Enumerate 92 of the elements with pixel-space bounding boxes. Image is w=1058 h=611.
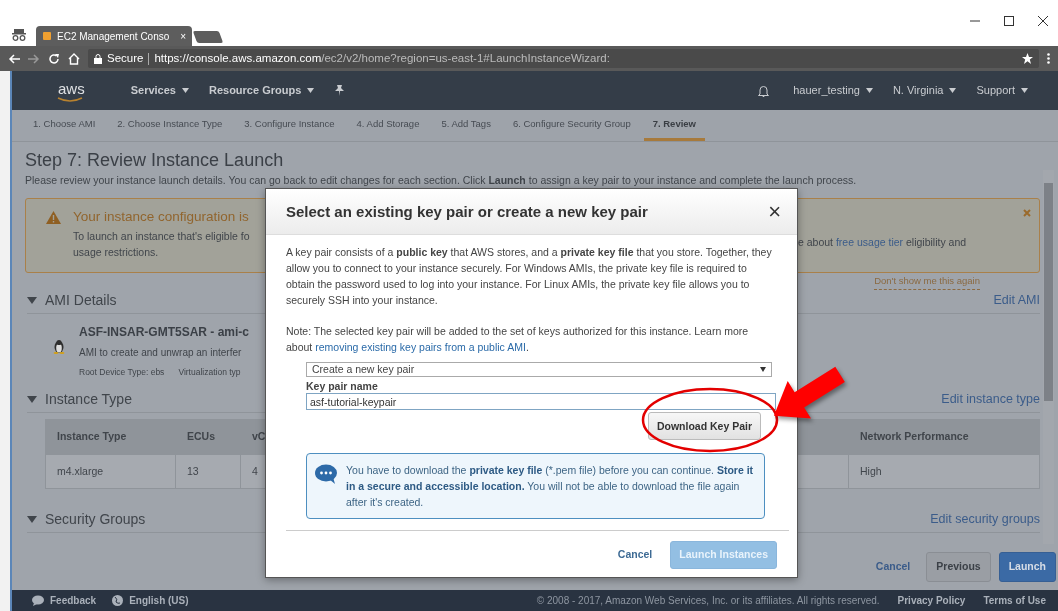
footer-link[interactable]: Privacy Policy (897, 593, 966, 608)
language-selector[interactable]: English (US) (129, 593, 189, 608)
info-text: You have to download the private key file (*.pem file) before you can continue. Store it in a secure and accessible location. You will not be able to download the file again after it's created. (346, 463, 755, 510)
warning-text: usage restrictions. (73, 244, 160, 260)
field-label: Key pair name (306, 379, 379, 393)
virtualization-type: Virtualization typ (178, 366, 241, 380)
nav-menu[interactable]: N. Virginia (892, 82, 957, 99)
pointer-arrow (773, 366, 845, 419)
bell-icon[interactable] (758, 84, 770, 97)
url-text: https://console.aws.amazon.com/ec2/v2/home?region=us-east-1#LaunchInstanceWizard: (154, 50, 610, 66)
table-cell-text: High (859, 463, 883, 479)
dialog-note: Note: The selected key pair will be added to the set of keys authorized for this instance. Learn more about removing existing key pairs from a public AMI. (286, 324, 750, 355)
caret-icon (307, 88, 315, 93)
speech-bubble-icon[interactable] (32, 595, 44, 606)
chat-bubble-icon (315, 464, 337, 484)
tab-title: EC2 Management Conso (57, 29, 171, 44)
scrollbar-thumb[interactable] (1044, 183, 1053, 401)
new-tab-button[interactable] (192, 31, 224, 43)
warning-heading: Your instance configuration is (73, 208, 250, 227)
pin-icon[interactable] (334, 85, 346, 96)
nav-menu[interactable]: Services (130, 82, 189, 99)
caret-icon (949, 88, 957, 93)
caret-icon (181, 88, 189, 93)
dialog-paragraph: A key pair consists of a public key that AWS stores, and a private key file that you store. Together, they allow you to connect to your instance securely. For Windows AMIs, the private key file is required to obtain the password used to log into your instance. For Linux AMIs, the private key file allows you to securely SSH into your instance. (286, 245, 773, 308)
ami-description: AMI to create and unwrap an interfer (79, 346, 243, 361)
nav-menu[interactable]: hauer_testing (793, 82, 873, 99)
warning-text: e about free usage tier eligibility and (798, 235, 967, 251)
section-heading: AMI Details (45, 291, 117, 311)
launch-button[interactable]: Launch (998, 552, 1056, 582)
globe-icon[interactable] (112, 595, 124, 606)
column-header: Network Performance (859, 429, 970, 445)
penguin-icon (53, 339, 65, 355)
wizard-step-tab[interactable]: 5. Add Tags (432, 116, 500, 141)
copyright-text: © 2008 - 2017, Amazon Web Services, Inc. or its affiliates. All rights reserved. (536, 594, 880, 608)
table-cell: m4.xlarge (46, 455, 176, 489)
nav-menu[interactable]: Support (976, 82, 1028, 99)
lock-icon (94, 53, 102, 64)
wizard-step-tab[interactable]: 2. Choose Instance Type (108, 116, 232, 141)
forward-arrow-icon[interactable] (28, 53, 40, 64)
cube-icon (42, 31, 52, 41)
menu-icon[interactable] (1047, 53, 1050, 64)
key-pair-name-field[interactable]: asf-tutorial-keypair (306, 393, 776, 410)
address-bar[interactable]: Secure https://console.aws.amazon.com/ec2/v2/home?region=us-east-1#LaunchInstanceWizard: (88, 49, 1039, 68)
dropdown-caret-icon (760, 367, 766, 372)
nav-menu-label: Resource Groups (208, 83, 302, 99)
footer-link[interactable]: Terms of Use (983, 593, 1046, 608)
maximize-icon[interactable] (1004, 16, 1014, 26)
star-icon[interactable] (1022, 53, 1033, 64)
table-cell-text: 4 (251, 463, 259, 479)
browser-tab[interactable]: EC2 Management Conso × (36, 26, 192, 46)
ami-name: ASF-INSAR-GMT5SAR - ami-c (79, 324, 249, 342)
back-arrow-icon[interactable] (8, 53, 20, 64)
secure-label: Secure (107, 50, 144, 66)
caret-icon (1021, 88, 1028, 93)
wizard-step-tab[interactable]: 6. Configure Security Group (503, 116, 640, 141)
root-device-type: Root Device Type: ebs (79, 366, 165, 380)
nav-menu-label: Services (130, 83, 176, 99)
feedback-link[interactable]: Feedback (50, 593, 97, 608)
nav-menu-label: N. Virginia (892, 83, 944, 99)
nav-menu[interactable]: Resource Groups (208, 82, 315, 99)
warning-text: To launch an instance that's eligible fo (73, 228, 250, 244)
close-button[interactable]: × (760, 200, 789, 223)
nav-menu-label: Support (976, 83, 1015, 99)
collapse-triangle-icon[interactable] (27, 396, 37, 404)
key-pairs-link[interactable]: removing existing key pairs from a public AMI (315, 341, 526, 353)
dialog-title: Select an existing key pair or create a new key pair (286, 202, 649, 221)
wizard-step-tab[interactable]: 4. Add Storage (347, 116, 429, 141)
page-title: Step 7: Review Instance Launch (25, 150, 285, 172)
tab-close-button[interactable]: × (180, 28, 186, 44)
key-pair-select[interactable]: Create a new key pair (306, 362, 772, 377)
wizard-step-tab[interactable]: 1. Choose AMI (24, 116, 105, 141)
previous-button[interactable]: Previous (926, 552, 991, 582)
table-cell: 13 (176, 455, 241, 489)
incognito-icon[interactable] (12, 29, 26, 41)
warning-icon (46, 211, 61, 225)
section-heading: Security Groups (45, 510, 146, 530)
page-description: Please review your instance launch details. You can go back to edit changes for each section. Click Launch to assign a key pair to your instance and complete the launch process. (25, 172, 858, 188)
close-icon[interactable] (1038, 16, 1048, 26)
smile-icon (56, 97, 83, 102)
download-key-pair-button[interactable]: Download Key Pair (647, 412, 761, 440)
reload-icon[interactable] (48, 52, 60, 65)
nav-menu-label: hauer_testing (793, 83, 860, 99)
caret-icon (865, 88, 873, 93)
collapse-triangle-icon[interactable] (27, 516, 37, 524)
column-header: vC (251, 429, 266, 445)
collapse-triangle-icon[interactable] (27, 297, 37, 305)
aws-logo[interactable]: aws (58, 80, 85, 101)
scrollbar[interactable] (1043, 170, 1054, 544)
cancel-link[interactable]: Cancel (611, 546, 659, 564)
section-heading: Instance Type (45, 390, 132, 410)
home-icon[interactable] (68, 52, 80, 65)
wizard-step-tab[interactable]: 3. Configure Instance (235, 116, 344, 141)
